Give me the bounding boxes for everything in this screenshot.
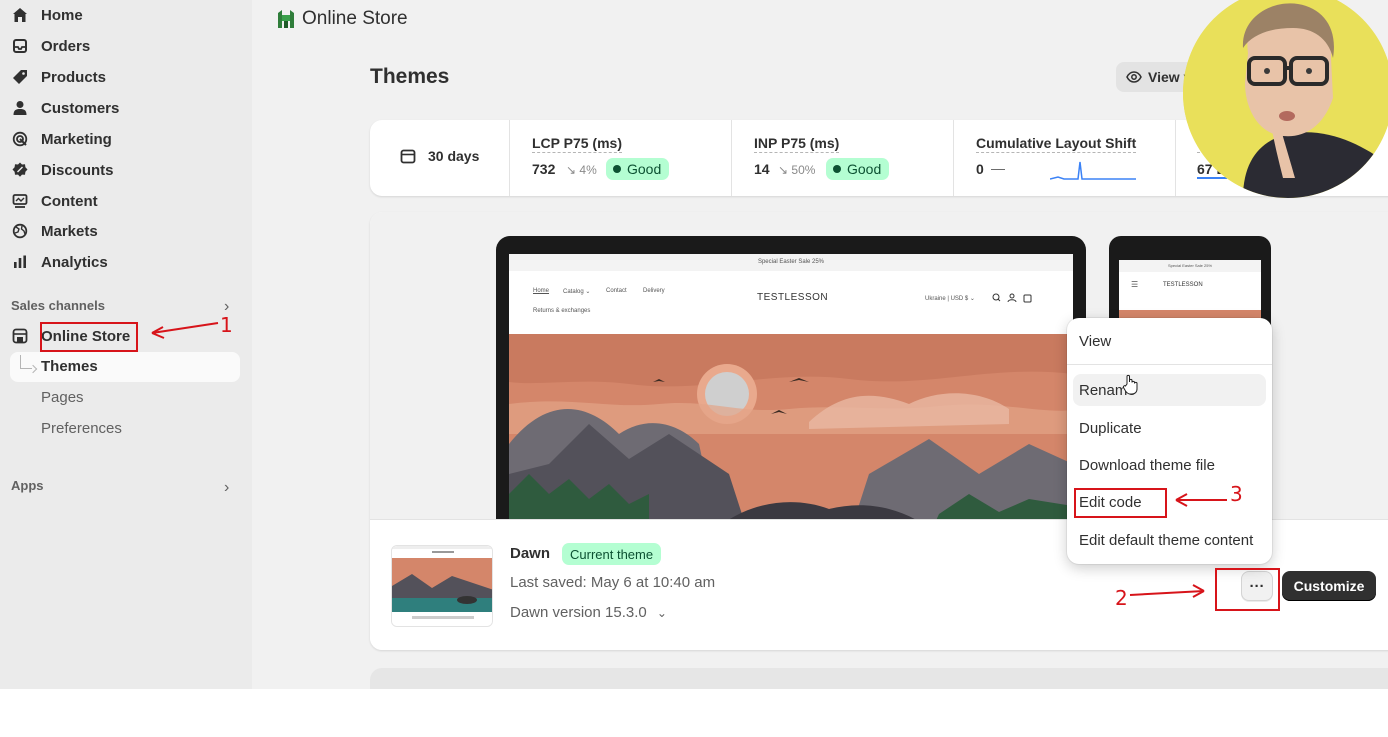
annotation-number-1: 1 [220, 313, 233, 337]
annotation-number-2: 2 [1115, 586, 1128, 610]
annotation-arrows [151, 322, 1227, 598]
annotation-number-3: 3 [1230, 482, 1243, 506]
app-frame: Home Orders Products Customers Marketing… [0, 0, 1388, 689]
